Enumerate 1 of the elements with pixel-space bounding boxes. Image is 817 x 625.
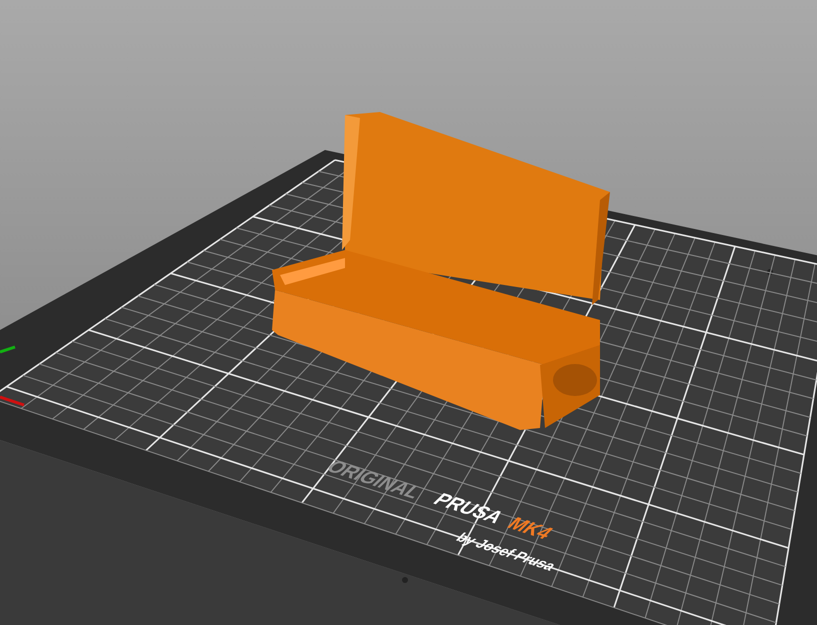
axis-indicator-drawing bbox=[0, 346, 24, 406]
